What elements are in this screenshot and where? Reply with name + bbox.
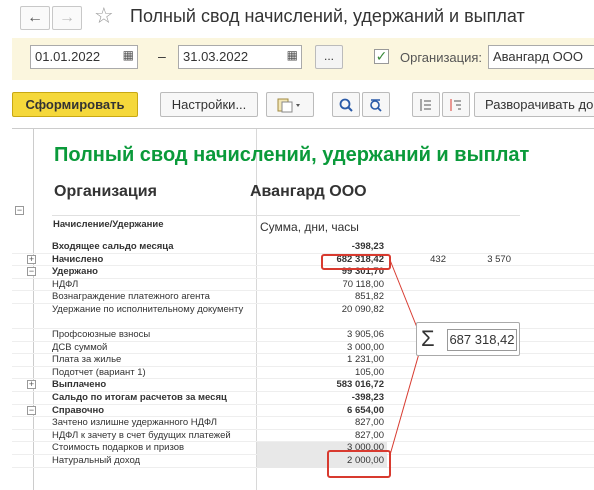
row-label: НДФЛ xyxy=(52,278,79,290)
table-row[interactable]: Стоимость подарков и призов 3 000,00 xyxy=(12,442,594,455)
title-bar: ← → ☆ Полный свод начислений, удержаний … xyxy=(0,0,594,36)
row-value[interactable]: 827,00 xyxy=(257,417,387,430)
back-button[interactable]: ← xyxy=(20,6,50,30)
expand-toggle[interactable]: − xyxy=(27,267,36,277)
selection-sum-popup: Σ 687 318,42 xyxy=(416,322,520,356)
row-value[interactable]: 827,00 xyxy=(257,430,387,443)
row-value[interactable]: 70 118,00 xyxy=(257,279,387,292)
row-label: Натуральный доход xyxy=(52,454,141,466)
expand-toggle[interactable]: + xyxy=(27,254,36,264)
highlight-gifts-income xyxy=(327,450,391,478)
calendar-icon[interactable]: ▦ xyxy=(123,48,134,62)
row-label: Выплачено xyxy=(52,379,107,391)
row-value[interactable]: 20 090,82 xyxy=(257,304,387,317)
table-row[interactable]: Плата за жилье 1 231,00 xyxy=(12,354,594,367)
report-org-value: Авангард ООО xyxy=(250,183,367,200)
variants-dropdown-button[interactable] xyxy=(266,92,314,117)
highlight-accrued xyxy=(321,254,391,270)
settings-button[interactable]: Настройки... xyxy=(160,92,258,117)
find-next-button[interactable] xyxy=(362,92,390,117)
report-org-label: Организация xyxy=(54,183,157,200)
row-label: Начислено xyxy=(52,253,104,265)
collapse-levels-icon xyxy=(420,98,431,111)
row-value[interactable]: 6 654,00 xyxy=(257,405,387,418)
expand-toggle[interactable]: − xyxy=(27,405,36,415)
table-row[interactable]: + Начислено 682 318,42 432 3 570 xyxy=(12,254,594,267)
row-value[interactable]: 583 016,72 xyxy=(257,379,387,392)
date-to-value: 31.03.2022 xyxy=(183,49,249,64)
expand-toggle[interactable]: + xyxy=(27,380,36,390)
row-value[interactable]: 3 905,06 xyxy=(257,329,387,342)
row-label: Справочно xyxy=(52,404,105,416)
report-title: Полный свод начислений, удержаний и выпл… xyxy=(54,144,530,166)
selection-sum-value[interactable]: 687 318,42 xyxy=(447,329,517,351)
collapse-groups-button[interactable] xyxy=(412,92,440,117)
table-row[interactable]: НДФЛ к зачету в счет будущих платежей 827… xyxy=(12,430,594,443)
organization-label: Организация: xyxy=(400,50,483,65)
row-label: Зачтено излишне удержанного НДФЛ xyxy=(52,417,218,429)
organization-checkbox[interactable]: ✓ xyxy=(374,49,389,64)
arrow-right-icon: → xyxy=(59,9,75,26)
row-value[interactable]: 3 000,00 xyxy=(257,342,387,355)
row-label: Вознаграждение платежного агента xyxy=(52,291,210,303)
table-row[interactable]: Зачтено излишне удержанного НДФЛ 827,00 xyxy=(12,417,594,430)
period-dash: – xyxy=(158,48,166,64)
date-from-value: 01.01.2022 xyxy=(35,49,101,64)
favorite-star-icon[interactable]: ☆ xyxy=(94,3,114,29)
select-period-button[interactable]: ... xyxy=(315,45,343,69)
window-title: Полный свод начислений, удержаний и выпл… xyxy=(130,6,525,26)
row-label: Входящее сальдо месяца xyxy=(52,241,174,252)
table-row[interactable]: − Справочно 6 654,00 xyxy=(12,405,594,418)
row-label: Удержано xyxy=(52,266,98,278)
calendar-icon[interactable]: ▦ xyxy=(287,48,298,62)
row-days-value[interactable]: 432 xyxy=(392,254,452,267)
expand-levels-icon xyxy=(450,98,461,111)
search-next-icon xyxy=(370,98,382,112)
table-row[interactable]: Вознаграждение платежного агента 851,82 xyxy=(12,291,594,304)
table-row[interactable]: Входящее сальдо месяца -398,23 xyxy=(12,241,594,254)
find-button[interactable] xyxy=(332,92,360,117)
collapse-all-toggle[interactable]: − xyxy=(15,206,24,215)
row-label: НДФЛ к зачету в счет будущих платежей xyxy=(52,429,231,441)
report-area: Полный свод начислений, удержаний и выпл… xyxy=(12,128,594,490)
forward-button[interactable]: → xyxy=(52,6,82,30)
expand-groups-button[interactable] xyxy=(442,92,470,117)
table-row[interactable]: Подотчет (вариант 1) 105,00 xyxy=(12,367,594,380)
table-row[interactable]: Натуральный доход 2 000,00 xyxy=(12,454,594,468)
row-value[interactable]: 1 231,00 xyxy=(257,354,387,367)
organization-field[interactable]: Авангард ООО xyxy=(488,45,594,69)
table-row[interactable]: + Выплачено 583 016,72 xyxy=(12,379,594,392)
date-to-field[interactable]: 31.03.2022 ▦ xyxy=(178,45,302,69)
search-icon xyxy=(339,98,353,112)
arrow-left-icon: ← xyxy=(27,9,43,26)
row-label: Подотчет (вариант 1) xyxy=(52,366,146,378)
toolbar: Сформировать Настройки... Разворачивать … xyxy=(0,88,594,120)
row-label: Сальдо по итогам расчетов за месяц xyxy=(52,391,227,403)
row-label: Плата за жилье xyxy=(52,354,122,366)
row-value[interactable]: -398,23 xyxy=(257,392,387,405)
report-variants-icon xyxy=(277,98,300,112)
row-label: ДСВ суммой xyxy=(52,341,108,353)
table-row[interactable]: НДФЛ 70 118,00 xyxy=(12,279,594,292)
date-from-field[interactable]: 01.01.2022 ▦ xyxy=(30,45,138,69)
row-hours-value[interactable]: 3 570 xyxy=(457,254,517,267)
row-value[interactable]: 851,82 xyxy=(257,291,387,304)
expand-to-button[interactable]: Разворачивать до xyxy=(474,92,594,117)
row-label: Удержание по исполнительному документу xyxy=(52,303,244,315)
row-value[interactable]: -398,23 xyxy=(257,241,387,254)
sigma-icon: Σ xyxy=(421,326,435,351)
row-label: Профсоюзные взносы xyxy=(52,328,151,340)
table-row[interactable]: Сальдо по итогам расчетов за месяц -398,2… xyxy=(12,392,594,405)
row-value[interactable]: 105,00 xyxy=(257,367,387,380)
generate-button[interactable]: Сформировать xyxy=(12,92,138,117)
row-label: Стоимость подарков и призов xyxy=(52,442,185,454)
filter-bar: 01.01.2022 ▦ – 31.03.2022 ▦ ... ✓ Органи… xyxy=(12,38,594,80)
table-row[interactable]: − Удержано 99 301,70 xyxy=(12,266,594,279)
